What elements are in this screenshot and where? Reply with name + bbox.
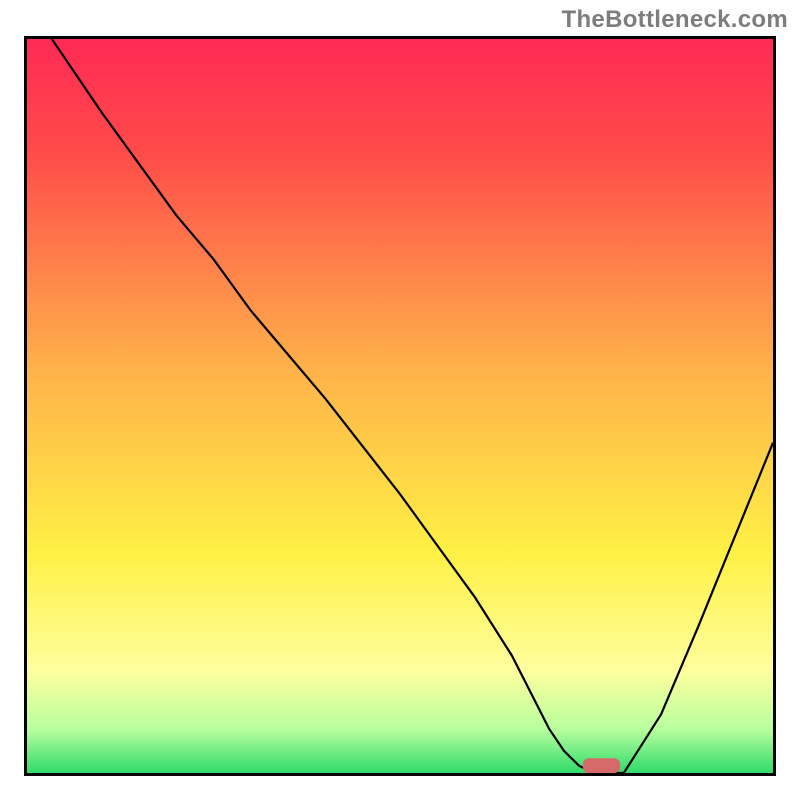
chart-plot	[27, 39, 773, 773]
chart-frame	[24, 36, 776, 776]
optimal-marker	[583, 758, 620, 773]
gradient-background	[27, 39, 773, 773]
watermark-text: TheBottleneck.com	[562, 6, 788, 34]
